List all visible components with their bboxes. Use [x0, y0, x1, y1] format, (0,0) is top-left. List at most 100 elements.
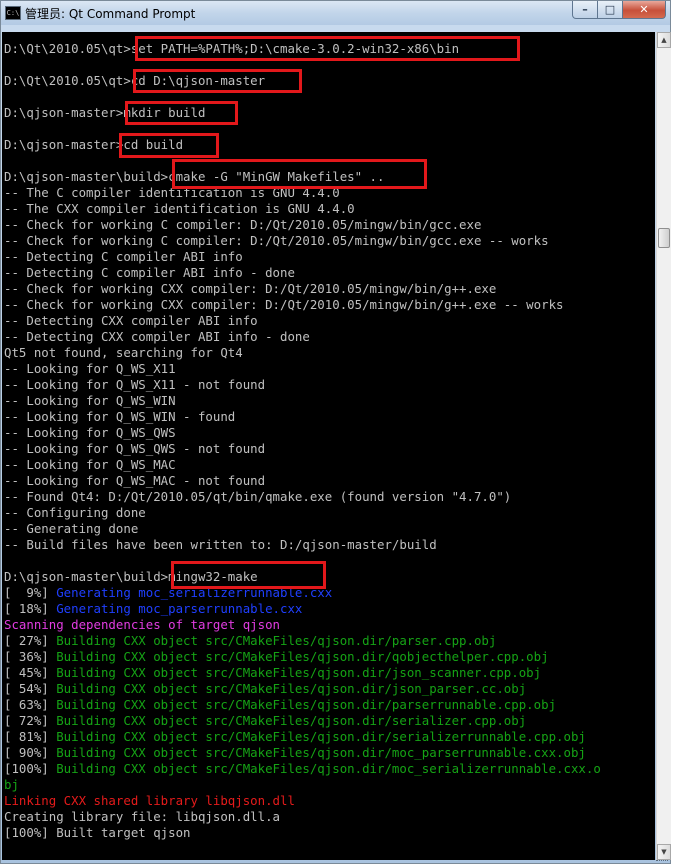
- console-line-text: bj: [4, 777, 19, 792]
- console-line-text: -- Looking for Q_WS_X11: [4, 361, 176, 376]
- resize-grip-icon[interactable]: [656, 856, 668, 861]
- console-line: D:\qjson-master>mkdir build: [4, 105, 601, 121]
- console-line: -- Looking for Q_WS_MAC - not found: [4, 473, 601, 489]
- console-line-text: Building CXX object src/CMakeFiles/qjson…: [56, 761, 601, 776]
- close-button[interactable]: ✕: [623, 1, 666, 19]
- scroll-up-arrow-icon[interactable]: ▲: [657, 32, 671, 48]
- window-title: 管理员: Qt Command Prompt: [25, 7, 196, 21]
- console-line-text: -- Check for working CXX compiler: D:/Qt…: [4, 297, 564, 312]
- console-line: -- Generating done: [4, 521, 601, 537]
- maximize-button[interactable]: □: [598, 1, 623, 19]
- console-line-text: Generating moc_parserrunnable.cxx: [56, 601, 303, 616]
- console-line: -- Detecting C compiler ABI info: [4, 249, 601, 265]
- console-line-text: Building CXX object src/CMakeFiles/qjson…: [56, 713, 527, 728]
- console-line: [ 90%] Building CXX object src/CMakeFile…: [4, 745, 601, 761]
- highlight-cd-build: [119, 133, 219, 158]
- close-icon: ✕: [639, 3, 649, 16]
- console-line: [ 63%] Building CXX object src/CMakeFile…: [4, 697, 601, 713]
- console-line: [ 36%] Building CXX object src/CMakeFile…: [4, 649, 601, 665]
- console-line: -- Check for working CXX compiler: D:/Qt…: [4, 281, 601, 297]
- console-line: [ 27%] Building CXX object src/CMakeFile…: [4, 633, 601, 649]
- console-line: -- Looking for Q_WS_QWS - not found: [4, 441, 601, 457]
- progress-prefix: [ 9%]: [4, 585, 57, 600]
- progress-prefix: [ 36%]: [4, 649, 57, 664]
- progress-prefix: [ 27%]: [4, 633, 57, 648]
- console-line-text: -- Looking for Q_WS_X11 - not found: [4, 377, 266, 392]
- cmd-icon: C:\: [5, 6, 21, 20]
- console-line: -- Looking for Q_WS_WIN: [4, 393, 601, 409]
- console-line-text: -- Detecting CXX compiler ABI info - don…: [4, 329, 310, 344]
- console-line-text: -- Check for working CXX compiler: D:/Qt…: [4, 281, 497, 296]
- highlight-mkdir-build: [125, 101, 238, 125]
- console-line-text: -- Configuring done: [4, 505, 146, 520]
- console-line-text: -- The CXX compiler identification is GN…: [4, 201, 355, 216]
- console-line-text: -- Looking for Q_WS_QWS - not found: [4, 441, 266, 456]
- console-line-text: Linking CXX shared library libqjson.dll: [4, 793, 295, 808]
- highlight-cmake-command: [172, 159, 427, 189]
- minimize-button[interactable]: –: [572, 1, 598, 19]
- console-line: -- Looking for Q_WS_QWS: [4, 425, 601, 441]
- highlight-mingw32-make: [171, 561, 326, 589]
- console-line-text: -- Looking for Q_WS_MAC: [4, 457, 176, 472]
- console-line: -- Check for working C compiler: D:/Qt/2…: [4, 217, 601, 233]
- console-line-text: Building CXX object src/CMakeFiles/qjson…: [56, 633, 497, 648]
- console-line-text: -- Check for working C compiler: D:/Qt/2…: [4, 217, 482, 232]
- progress-prefix: [ 63%]: [4, 697, 57, 712]
- console-line: -- Build files have been written to: D:/…: [4, 537, 601, 553]
- vertical-scrollbar[interactable]: ▲ ▼: [656, 32, 671, 860]
- scrollbar-thumb[interactable]: [658, 228, 670, 248]
- console-line-text: -- Generating done: [4, 521, 139, 536]
- console-line-text: -- Found Qt4: D:/Qt/2010.05/qt/bin/qmake…: [4, 489, 512, 504]
- console-output[interactable]: D:\Qt\2010.05\qt>set PATH=%PATH%;D:\cmak…: [2, 32, 655, 860]
- console-line-text: Building CXX object src/CMakeFiles/qjson…: [56, 697, 557, 712]
- console-line-text: [100%] Built target qjson: [4, 825, 191, 840]
- console-line-text: Qt5 not found, searching for Qt4: [4, 345, 243, 360]
- console-line: -- Detecting C compiler ABI info - done: [4, 265, 601, 281]
- console-line-text: Building CXX object src/CMakeFiles/qjson…: [56, 729, 586, 744]
- console-line: Linking CXX shared library libqjson.dll: [4, 793, 601, 809]
- console-line: -- Check for working C compiler: D:/Qt/2…: [4, 233, 601, 249]
- minimize-icon: –: [582, 3, 588, 16]
- console-line-text: Scanning dependencies of target qjson: [4, 617, 281, 632]
- console-line: Qt5 not found, searching for Qt4: [4, 345, 601, 361]
- console-line: [ 54%] Building CXX object src/CMakeFile…: [4, 681, 601, 697]
- console-line: D:\qjson-master>cd build: [4, 137, 601, 153]
- console-line: -- Looking for Q_WS_X11: [4, 361, 601, 377]
- console-line-text: -- Detecting C compiler ABI info - done: [4, 265, 295, 280]
- console-line: -- Looking for Q_WS_WIN - found: [4, 409, 601, 425]
- console-line-text: Creating library file: libqjson.dll.a: [4, 809, 281, 824]
- highlight-cd-qjson: [133, 69, 302, 93]
- console-line-text: Building CXX object src/CMakeFiles/qjson…: [56, 665, 542, 680]
- console-line: D:\Qt\2010.05\qt>cd D:\qjson-master: [4, 73, 601, 89]
- console-line-text: -- Check for working C compiler: D:/Qt/2…: [4, 233, 549, 248]
- console-line-text: Building CXX object src/CMakeFiles/qjson…: [56, 681, 527, 696]
- console-line: [ 81%] Building CXX object src/CMakeFile…: [4, 729, 601, 745]
- progress-prefix: [100%]: [4, 761, 57, 776]
- console-line: -- Detecting CXX compiler ABI info - don…: [4, 329, 601, 345]
- progress-prefix: [ 18%]: [4, 601, 57, 616]
- console-line-text: -- Looking for Q_WS_QWS: [4, 425, 176, 440]
- console-line: bj: [4, 777, 601, 793]
- command-prompt-window: C:\ 管理员: Qt Command Prompt – □ ✕ D:\Qt\2…: [0, 0, 671, 864]
- maximize-icon: □: [604, 3, 616, 16]
- console-line-text: -- Looking for Q_WS_WIN: [4, 393, 176, 408]
- console-line-text: -- Looking for Q_WS_WIN - found: [4, 409, 236, 424]
- console-line: [100%] Building CXX object src/CMakeFile…: [4, 761, 601, 777]
- progress-prefix: [ 45%]: [4, 665, 57, 680]
- progress-prefix: [ 81%]: [4, 729, 57, 744]
- console-line-text: -- Looking for Q_WS_MAC - not found: [4, 473, 266, 488]
- console-line: [ 45%] Building CXX object src/CMakeFile…: [4, 665, 601, 681]
- console-line: Creating library file: libqjson.dll.a: [4, 809, 601, 825]
- title-bar[interactable]: C:\ 管理员: Qt Command Prompt – □ ✕: [1, 1, 670, 25]
- console-line: Scanning dependencies of target qjson: [4, 617, 601, 633]
- window-controls: – □ ✕: [572, 1, 666, 20]
- highlight-set-path: [135, 36, 520, 61]
- console-line-text: -- Build files have been written to: D:/…: [4, 537, 437, 552]
- console-line: -- Detecting CXX compiler ABI info: [4, 313, 601, 329]
- progress-prefix: [ 90%]: [4, 745, 57, 760]
- console-line-text: Building CXX object src/CMakeFiles/qjson…: [56, 649, 549, 664]
- console-line: [ 18%] Generating moc_parserrunnable.cxx: [4, 601, 601, 617]
- console-line-text: -- Detecting C compiler ABI info: [4, 249, 243, 264]
